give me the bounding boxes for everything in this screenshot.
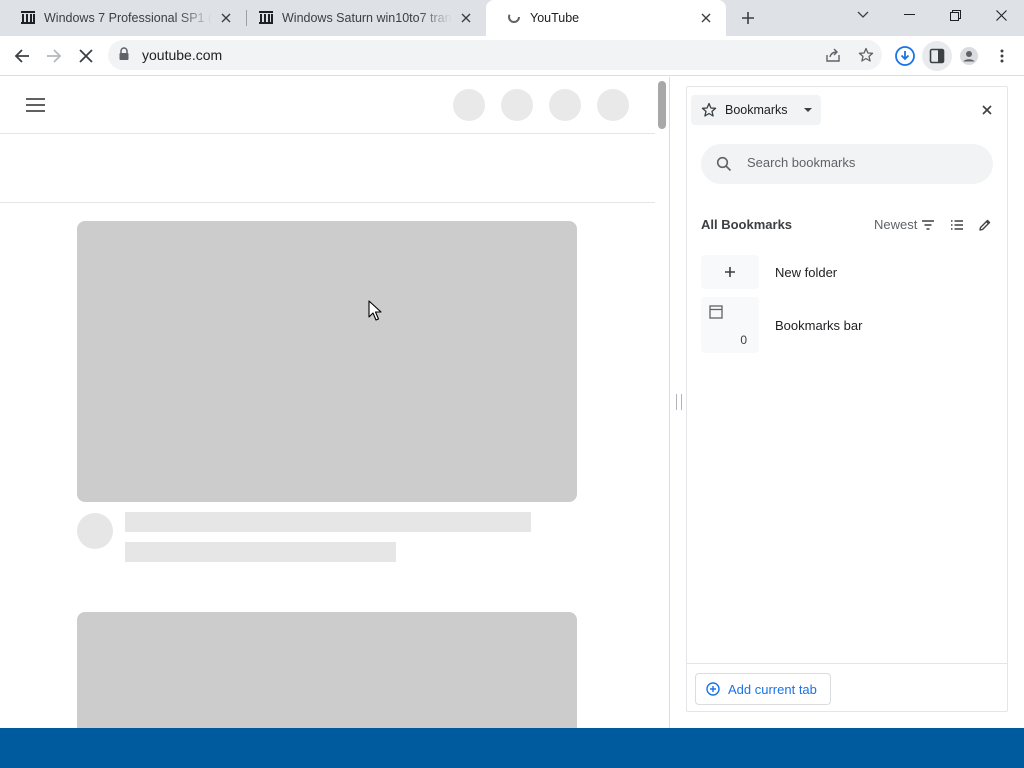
address-bar[interactable]: youtube.com — [108, 40, 882, 70]
channel-avatar-placeholder — [77, 513, 113, 549]
download-icon — [895, 46, 915, 66]
tab-windows-7-professional[interactable]: Windows 7 Professional SP1 (32 — [0, 0, 246, 36]
page-content — [0, 77, 669, 728]
add-current-tab-label: Add current tab — [728, 681, 817, 697]
header-placeholder — [597, 89, 629, 121]
close-panel-button[interactable] — [977, 100, 997, 120]
archive-icon — [20, 9, 36, 28]
add-current-tab-button[interactable]: Add current tab — [695, 673, 831, 705]
browser-toolbar: youtube.com — [0, 36, 1024, 76]
windows-taskbar — [0, 728, 1024, 768]
arrow-right-icon — [47, 49, 62, 63]
forward-button[interactable] — [39, 41, 69, 71]
archive-icon — [258, 9, 274, 28]
hamburger-menu-icon[interactable] — [26, 98, 46, 112]
tab-title: YouTube — [530, 11, 580, 25]
search-icon — [716, 156, 732, 172]
video-thumbnail-placeholder — [77, 221, 577, 502]
side-panel-button[interactable] — [922, 41, 952, 71]
bookmarks-list-header: All Bookmarks Newest — [701, 215, 997, 235]
minimize-icon — [903, 14, 915, 15]
side-panel-divider — [669, 77, 670, 728]
tab-title: Windows 7 Professional SP1 (32 — [44, 11, 212, 25]
tab-search-button[interactable] — [840, 0, 886, 30]
panel-footer-divider — [687, 663, 1007, 664]
minimize-button[interactable] — [886, 0, 932, 30]
chevron-down-icon — [857, 11, 869, 18]
tab-title: Windows Saturn win10to7 transf — [282, 11, 452, 25]
tab-youtube[interactable]: YouTube — [486, 0, 726, 36]
scrollbar-thumb[interactable] — [658, 81, 666, 129]
profile-button[interactable] — [954, 41, 984, 71]
new-tab-button[interactable] — [734, 4, 762, 32]
mouse-cursor-icon — [368, 300, 382, 322]
bookmark-count: 0 — [740, 333, 747, 347]
chips-bar-placeholder — [0, 134, 655, 203]
bookmarks-side-panel: Bookmarks All Bookmarks Newest New folde… — [686, 86, 1008, 712]
menu-button[interactable] — [987, 41, 1017, 71]
back-button[interactable] — [7, 41, 37, 71]
close-tab-icon[interactable] — [218, 10, 234, 26]
bookmark-label: New folder — [775, 264, 838, 280]
panel-selector-dropdown[interactable]: Bookmarks — [691, 95, 821, 125]
close-window-button[interactable] — [978, 0, 1024, 30]
loading-icon — [506, 9, 522, 28]
video-meta-placeholder — [125, 542, 396, 562]
close-icon — [79, 49, 93, 63]
folder-icon: 0 — [701, 297, 759, 353]
add-circle-icon — [706, 682, 720, 696]
header-placeholder — [453, 89, 485, 121]
video-thumbnail-placeholder — [77, 612, 577, 728]
bookmarks-search[interactable] — [701, 144, 993, 184]
close-icon — [995, 9, 1007, 21]
edit-icon[interactable] — [976, 216, 994, 234]
lock-icon[interactable] — [118, 47, 130, 66]
search-bookmarks-input[interactable] — [747, 155, 977, 170]
restore-icon — [949, 9, 961, 21]
share-icon[interactable] — [823, 45, 843, 65]
panel-selector-label: Bookmarks — [725, 103, 788, 117]
section-title: All Bookmarks — [701, 217, 793, 232]
bookmarks-bar-folder[interactable]: 0 Bookmarks bar — [701, 297, 997, 353]
plus-icon — [742, 12, 754, 24]
side-panel-resize-handle[interactable] — [676, 394, 682, 410]
new-folder-item[interactable]: New folder — [701, 255, 997, 289]
video-title-placeholder — [125, 512, 531, 532]
more-vertical-icon — [1000, 49, 1004, 63]
arrow-left-icon — [14, 49, 29, 63]
side-panel-icon — [929, 48, 945, 64]
close-tab-icon[interactable] — [458, 10, 474, 26]
page-scrollbar[interactable] — [655, 77, 669, 728]
filter-icon[interactable] — [919, 216, 937, 234]
star-icon — [701, 102, 717, 118]
star-icon[interactable] — [856, 45, 876, 65]
tab-windows-saturn[interactable]: Windows Saturn win10to7 transf — [238, 0, 486, 36]
youtube-header — [0, 77, 655, 134]
close-tab-icon[interactable] — [698, 10, 714, 26]
downloads-button[interactable] — [890, 41, 920, 71]
profile-icon — [960, 47, 978, 65]
header-placeholder — [549, 89, 581, 121]
caret-down-icon — [803, 107, 813, 113]
sort-dropdown[interactable]: Newest — [874, 217, 917, 232]
close-icon — [982, 105, 992, 115]
url-text[interactable]: youtube.com — [142, 47, 222, 63]
plus-icon — [701, 255, 759, 289]
list-view-icon[interactable] — [948, 216, 966, 234]
tab-strip: Windows 7 Professional SP1 (32 Windows S… — [0, 0, 1024, 36]
stop-loading-button[interactable] — [71, 41, 101, 71]
bookmark-label: Bookmarks bar — [775, 317, 863, 333]
header-placeholder — [501, 89, 533, 121]
restore-button[interactable] — [932, 0, 978, 30]
